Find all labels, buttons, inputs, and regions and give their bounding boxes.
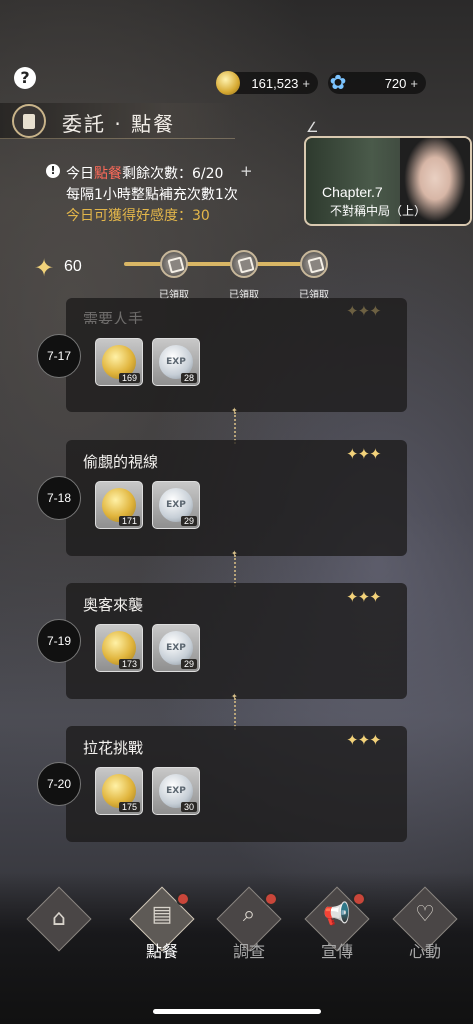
gem-icon: ✿ <box>329 72 347 94</box>
coin-qty: 175 <box>118 802 140 812</box>
stage-stars: ✦✦✦ <box>346 588 382 606</box>
help-button[interactable]: ? <box>14 67 36 89</box>
coin-reward[interactable]: 169 <box>95 338 143 386</box>
exp-qty: 29 <box>180 516 197 526</box>
stage-badge: 7-20 <box>37 762 81 806</box>
nav-heart-label: 心動 <box>408 942 441 961</box>
heart-icon: ♡ <box>415 902 435 927</box>
sparkle-icon: ✦ <box>34 254 55 282</box>
page-title: 委託 · 點餐 <box>62 112 176 136</box>
nav-promote-label: 宣傳 <box>320 942 353 961</box>
add-gem-button[interactable]: + <box>410 76 418 91</box>
gold-coin-icon <box>216 71 240 95</box>
coin-reward[interactable]: 171 <box>95 481 143 529</box>
gold-amount: 161,523 <box>251 75 299 91</box>
investigate-notification-dot <box>264 892 278 906</box>
home-indicator[interactable] <box>153 1009 321 1014</box>
exp-reward[interactable]: EXP 29 <box>152 624 200 672</box>
gold-currency[interactable]: 161,523 + <box>216 71 318 95</box>
stage-stars: ✦✦✦ <box>346 731 382 749</box>
exp-reward[interactable]: EXP 28 <box>152 338 200 386</box>
remaining-count: 今日點餐剩餘次數：6/20 <box>66 166 224 182</box>
exp-qty: 28 <box>180 373 197 383</box>
commission-emblem-icon <box>12 104 46 138</box>
stage-stars: ✦✦✦ <box>346 445 382 463</box>
stage-title: 需要人手 <box>83 310 144 324</box>
exp-qty: 29 <box>180 659 197 669</box>
coin-qty: 173 <box>118 659 140 669</box>
coin-reward[interactable]: 173 <box>95 624 143 672</box>
chapter-arrow-icon[interactable]: ∠ <box>306 120 319 136</box>
gem-currency[interactable]: ✿ 720 + <box>328 72 426 94</box>
stage-badge: 7-19 <box>37 619 81 663</box>
refill-note: 每隔1小時整點補充次數1次 <box>66 187 238 203</box>
info-icon: ! <box>46 164 60 178</box>
reward-node-3[interactable] <box>300 250 328 278</box>
stage-badge: 7-18 <box>37 476 81 520</box>
promote-notification-dot <box>352 892 366 906</box>
affinity-value: 60 <box>64 258 82 275</box>
nav-order-label: 點餐 <box>145 942 178 961</box>
order-notification-dot <box>176 892 190 906</box>
affinity-progress-bar <box>124 262 314 266</box>
exp-reward[interactable]: EXP 29 <box>152 481 200 529</box>
exp-reward[interactable]: EXP 30 <box>152 767 200 815</box>
chapter-name: 不對稱中局（上） <box>330 204 427 218</box>
home-icon: ⌂ <box>52 906 66 931</box>
stage-stars: ✦✦✦ <box>346 302 382 320</box>
reward-node-1[interactable] <box>160 250 188 278</box>
add-gold-button[interactable]: + <box>302 76 310 91</box>
coin-qty: 169 <box>118 373 140 383</box>
add-count-button[interactable]: + <box>240 162 253 180</box>
gem-amount: 720 <box>384 75 407 91</box>
coin-reward[interactable]: 175 <box>95 767 143 815</box>
reward-node-2[interactable] <box>230 250 258 278</box>
chapter-card[interactable]: Chapter.7 不對稱中局（上） <box>304 136 472 226</box>
nav-investigate-label: 調查 <box>232 942 265 961</box>
stage-title: 拉花挑戰 <box>83 739 144 757</box>
stage-title: 偷覷的視線 <box>83 453 159 471</box>
coin-qty: 171 <box>118 516 140 526</box>
stage-title: 奧客來襲 <box>83 596 144 614</box>
affinity-note: 今日可獲得好感度：30 <box>66 208 210 224</box>
stage-badge: 7-17 <box>37 334 81 378</box>
chapter-number: Chapter.7 <box>322 184 383 200</box>
exp-qty: 30 <box>180 802 197 812</box>
